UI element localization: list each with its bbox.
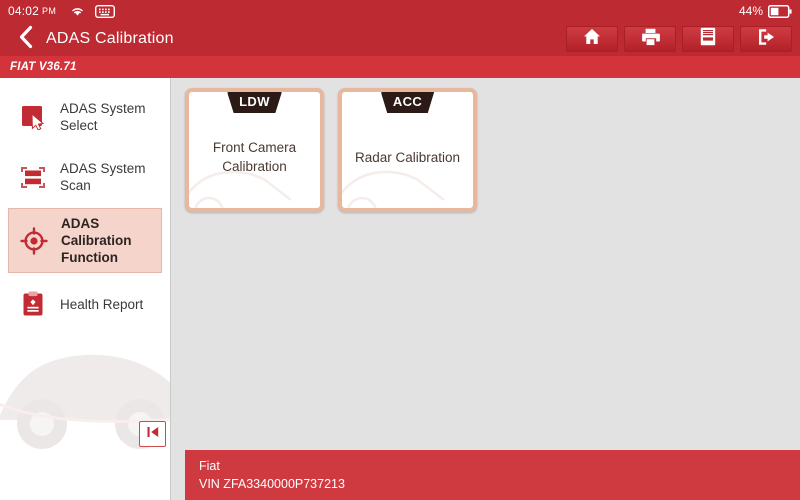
sidebar-item-label: ADAS Calibration Function — [61, 216, 132, 265]
vehicle-make: Fiat — [199, 459, 220, 473]
sidebar-item-adas-system-select[interactable]: ADAS System Select — [8, 88, 162, 146]
back-button[interactable] — [12, 25, 38, 54]
sidebar: ADAS System Select ADAS System Scan ADAS… — [0, 78, 171, 500]
status-time: 04:02 — [8, 4, 40, 18]
sidebar-item-label: ADAS System Scan — [60, 161, 146, 193]
vehicle-version-label: FIAT V36.71 — [10, 61, 77, 73]
home-button[interactable] — [566, 26, 618, 52]
vehicle-info-bar: Fiat VIN ZFA3340000P737213 — [185, 450, 800, 500]
printer-icon — [641, 28, 660, 51]
card-title: Radar Calibration — [354, 149, 461, 165]
calibration-card-list: LDW Front Camera Calibration ACC Radar C… — [185, 88, 800, 212]
sidebar-item-adas-calibration-function[interactable]: ADAS Calibration Function — [8, 208, 162, 273]
card-badge: ACC — [380, 92, 435, 113]
collapse-panel-icon — [146, 425, 160, 444]
keyboard-icon — [95, 4, 116, 18]
sidebar-item-adas-system-scan[interactable]: ADAS System Scan — [8, 148, 162, 206]
report-document-icon — [700, 27, 716, 51]
wifi-icon — [70, 5, 85, 17]
crosshair-target-icon — [19, 226, 49, 256]
status-bar: 04:02 PM 44% — [0, 0, 800, 22]
exit-icon — [757, 28, 776, 51]
sidebar-menu: ADAS System Select ADAS System Scan ADAS… — [0, 78, 170, 333]
calibration-card-front-camera[interactable]: LDW Front Camera Calibration — [185, 88, 324, 212]
vehicle-vin: VIN ZFA3340000P737213 — [199, 477, 345, 491]
exit-button[interactable] — [740, 26, 792, 52]
battery-icon — [768, 4, 792, 18]
page-title: ADAS Calibration — [46, 30, 174, 47]
clipboard-report-icon — [18, 289, 48, 319]
version-bar: FIAT V36.71 — [0, 56, 800, 78]
sidebar-item-label: Health Report — [60, 296, 144, 312]
cursor-select-icon — [18, 102, 48, 132]
card-badge: LDW — [227, 92, 282, 113]
main-content: LDW Front Camera Calibration ACC Radar C… — [171, 78, 800, 500]
status-time-ampm: PM — [42, 6, 57, 16]
header-toolbar — [566, 26, 800, 52]
back-chevron-icon — [17, 25, 34, 54]
print-button[interactable] — [624, 26, 676, 52]
card-title: Front Camera Calibration — [212, 140, 297, 174]
battery-percent: 44% — [738, 4, 763, 18]
home-icon — [583, 28, 601, 50]
sidebar-item-health-report[interactable]: Health Report — [8, 275, 162, 333]
sidebar-item-label: ADAS System Select — [60, 101, 146, 133]
scan-icon — [18, 162, 48, 192]
collapse-sidebar-button[interactable] — [139, 421, 166, 447]
report-button[interactable] — [682, 26, 734, 52]
app-header: ADAS Calibration — [0, 22, 800, 56]
calibration-card-radar[interactable]: ACC Radar Calibration — [338, 88, 477, 212]
